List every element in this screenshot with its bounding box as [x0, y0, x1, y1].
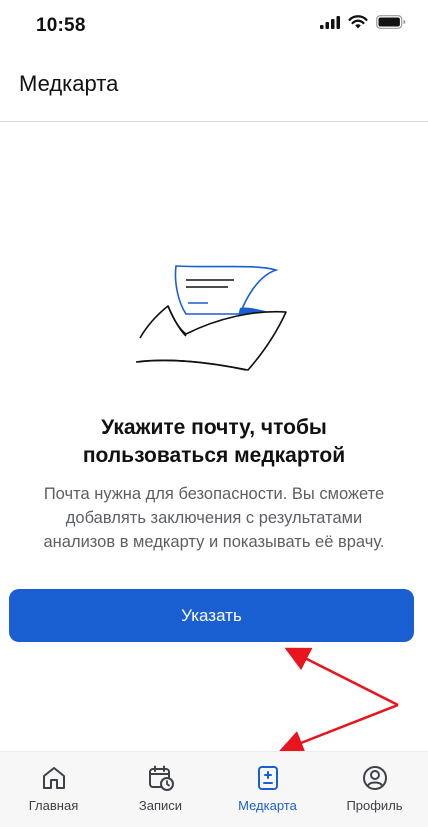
empty-state-title: Укажите почту, чтобы пользоваться медкар…	[82, 416, 346, 467]
tab-medical-record[interactable]: Медкарта	[214, 752, 321, 827]
wifi-icon	[348, 15, 368, 29]
arrow-to-medcard-tab	[278, 703, 399, 755]
tab-appointments-label: Записи	[138, 798, 183, 813]
tab-appointments[interactable]: Записи	[107, 752, 214, 827]
profile-icon	[362, 766, 387, 790]
arrow-to-button	[284, 647, 399, 707]
medical-record-icon	[257, 766, 278, 790]
calendar-clock-icon	[148, 765, 174, 791]
bottom-tab-bar: Главная Записи Медкарта Профиль	[0, 751, 428, 827]
status-bar: 10:58	[0, 0, 428, 54]
status-icons	[320, 15, 406, 29]
page-title: Медкарта	[19, 71, 119, 96]
battery-icon	[376, 15, 406, 29]
tab-home-label: Главная	[28, 798, 79, 813]
specify-email-button[interactable]: Указать	[9, 589, 414, 642]
page-header: Медкарта	[0, 54, 428, 122]
home-icon	[42, 767, 65, 789]
envelope-with-letter-icon	[135, 265, 287, 371]
status-time: 10:58	[36, 15, 86, 36]
tab-profile[interactable]: Профиль	[321, 752, 428, 827]
tab-home[interactable]: Главная	[0, 752, 107, 827]
empty-state-description: Почта нужна для безопасности. Вы сможете…	[43, 485, 385, 551]
tab-profile-label: Профиль	[346, 798, 403, 813]
tab-medical-record-label: Медкарта	[238, 798, 297, 813]
cellular-signal-icon	[320, 15, 340, 29]
